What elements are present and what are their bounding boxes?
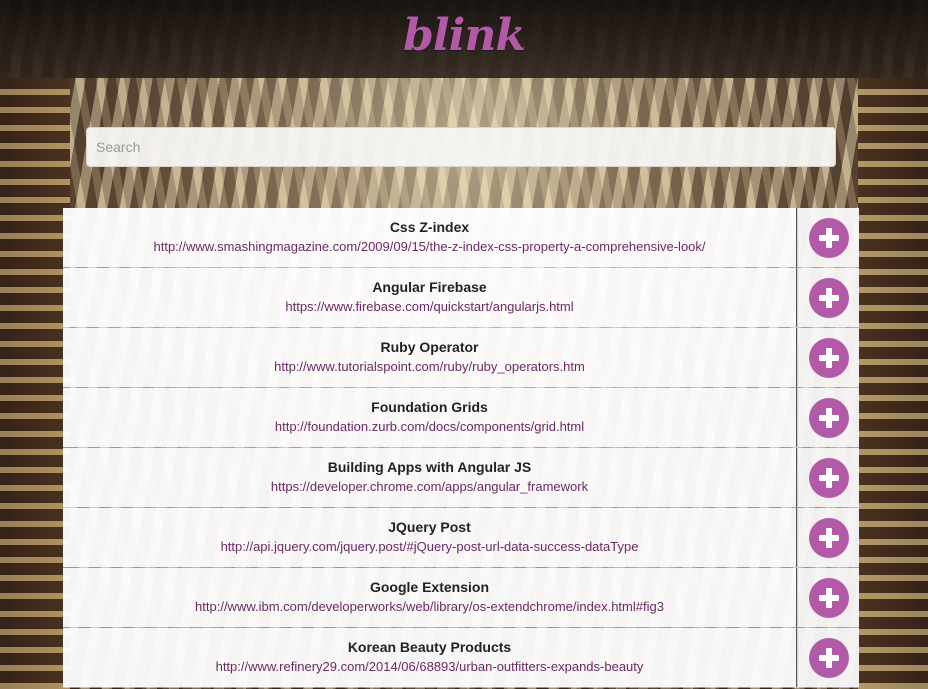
background-bookshelf-left (0, 78, 70, 689)
link-title: Korean Beauty Products (347, 639, 512, 655)
link-card[interactable]: Css Z-index http://www.smashingmagazine.… (63, 208, 797, 267)
add-cell (797, 328, 859, 387)
link-title: Css Z-index (389, 219, 470, 235)
plus-circle-icon (818, 227, 839, 248)
add-cell (797, 508, 859, 567)
link-card[interactable]: Google Extension http://www.ibm.com/deve… (63, 568, 797, 627)
link-url[interactable]: https://developer.chrome.com/apps/angula… (271, 478, 588, 496)
background-bookshelf-right (858, 78, 928, 689)
add-button[interactable] (808, 217, 849, 258)
link-card[interactable]: Korean Beauty Products http://www.refine… (63, 628, 797, 687)
plus-circle-icon (818, 647, 839, 668)
link-url[interactable]: http://www.tutorialspoint.com/ruby/ruby_… (274, 358, 585, 376)
add-button[interactable] (808, 277, 849, 318)
list-item: JQuery Post http://api.jquery.com/jquery… (63, 508, 859, 568)
link-title: Ruby Operator (380, 339, 479, 355)
link-url[interactable]: https://www.firebase.com/quickstart/angu… (285, 298, 573, 316)
add-button[interactable] (808, 637, 849, 678)
plus-circle-icon (818, 407, 839, 428)
link-card[interactable]: Foundation Grids http://foundation.zurb.… (63, 388, 797, 447)
list-item: Building Apps with Angular JS https://de… (63, 448, 859, 508)
add-cell (797, 448, 859, 507)
link-url[interactable]: http://www.refinery29.com/2014/06/68893/… (216, 658, 644, 676)
search-bar (86, 127, 836, 167)
list-item: Google Extension http://www.ibm.com/deve… (63, 568, 859, 628)
list-item: Korean Beauty Products http://www.refine… (63, 628, 859, 688)
link-list: Css Z-index http://www.smashingmagazine.… (63, 208, 859, 688)
plus-circle-icon (818, 347, 839, 368)
add-cell (797, 208, 859, 267)
plus-circle-icon (818, 287, 839, 308)
link-card[interactable]: Building Apps with Angular JS https://de… (63, 448, 797, 507)
add-cell (797, 568, 859, 627)
link-title: Foundation Grids (371, 399, 488, 415)
top-header: blink (0, 0, 928, 78)
link-url[interactable]: http://www.smashingmagazine.com/2009/09/… (153, 238, 705, 256)
link-url[interactable]: http://foundation.zurb.com/docs/componen… (275, 418, 584, 436)
list-item: Angular Firebase https://www.firebase.co… (63, 268, 859, 328)
search-input[interactable] (86, 127, 836, 167)
add-cell (797, 268, 859, 327)
plus-circle-icon (818, 587, 839, 608)
link-title: Google Extension (369, 579, 489, 595)
link-title: JQuery Post (388, 519, 471, 535)
add-button[interactable] (808, 517, 849, 558)
add-button[interactable] (808, 337, 849, 378)
list-item: Ruby Operator http://www.tutorialspoint.… (63, 328, 859, 388)
list-item: Css Z-index http://www.smashingmagazine.… (63, 208, 859, 268)
link-card[interactable]: Angular Firebase https://www.firebase.co… (63, 268, 797, 327)
link-url[interactable]: http://api.jquery.com/jquery.post/#jQuer… (221, 538, 639, 556)
link-card[interactable]: Ruby Operator http://www.tutorialspoint.… (63, 328, 797, 387)
plus-circle-icon (818, 527, 839, 548)
link-title: Building Apps with Angular JS (327, 459, 532, 475)
list-item: Foundation Grids http://foundation.zurb.… (63, 388, 859, 448)
link-card[interactable]: JQuery Post http://api.jquery.com/jquery… (63, 508, 797, 567)
link-url[interactable]: http://www.ibm.com/developerworks/web/li… (195, 598, 664, 616)
link-title: Angular Firebase (372, 279, 487, 295)
add-button[interactable] (808, 577, 849, 618)
add-cell (797, 628, 859, 687)
add-button[interactable] (808, 457, 849, 498)
plus-circle-icon (818, 467, 839, 488)
add-button[interactable] (808, 397, 849, 438)
app-logo[interactable]: blink (403, 10, 526, 61)
add-cell (797, 388, 859, 447)
